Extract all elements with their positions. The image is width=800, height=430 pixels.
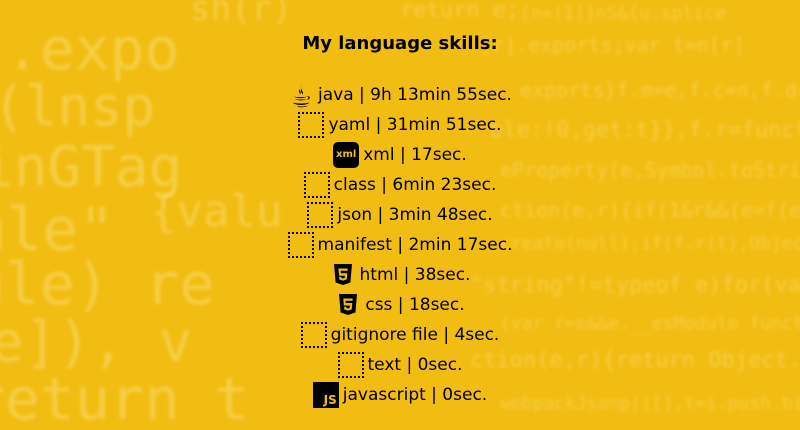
file-icon	[303, 172, 330, 198]
html5-icon	[330, 262, 356, 288]
skill-label: css | 18sec.	[365, 295, 465, 315]
list-item: class | 6min 23sec.	[0, 170, 800, 200]
list-item: JS javascript | 0sec.	[0, 380, 800, 410]
skill-label: yaml | 31min 51sec.	[328, 115, 502, 135]
list-item: gitignore file | 4sec.	[0, 320, 800, 350]
file-icon	[307, 202, 334, 228]
list-item: yaml | 31min 51sec.	[0, 110, 800, 140]
skill-label: html | 38sec.	[359, 265, 471, 285]
list-item: json | 3min 48sec.	[0, 200, 800, 230]
page-title: My language skills:	[302, 33, 498, 54]
skill-label: javascript | 0sec.	[342, 385, 488, 405]
skill-label: xml | 17sec.	[363, 145, 467, 165]
skill-label: class | 6min 23sec.	[333, 175, 497, 195]
list-item: java | 9h 13min 55sec.	[0, 80, 800, 110]
skill-label: text | 0sec.	[367, 355, 463, 375]
css3-icon	[335, 292, 361, 318]
file-icon	[298, 112, 325, 138]
java-icon	[288, 82, 314, 108]
skill-label: json | 3min 48sec.	[337, 205, 493, 225]
list-item: css | 18sec.	[0, 290, 800, 320]
list-item: text | 0sec.	[0, 350, 800, 380]
skills-list: java | 9h 13min 55sec. yaml | 31min 51se…	[0, 80, 800, 410]
file-icon	[300, 322, 327, 348]
list-item: xml xml | 17sec.	[0, 140, 800, 170]
skill-label: gitignore file | 4sec.	[330, 325, 500, 345]
skill-label: manifest | 2min 17sec.	[317, 235, 513, 255]
xml-icon: xml	[333, 142, 360, 168]
file-icon	[337, 352, 364, 378]
list-item: manifest | 2min 17sec.	[0, 230, 800, 260]
file-icon	[287, 232, 314, 258]
skills-panel: My language skills: java | 9h 13min 55se…	[0, 0, 800, 430]
stats-card: t.expo sh(r) e(lnsp inGTag ule" {valu ul…	[0, 0, 800, 430]
skill-label: java | 9h 13min 55sec.	[318, 85, 512, 105]
list-item: html | 38sec.	[0, 260, 800, 290]
js-icon: JS	[312, 382, 339, 408]
